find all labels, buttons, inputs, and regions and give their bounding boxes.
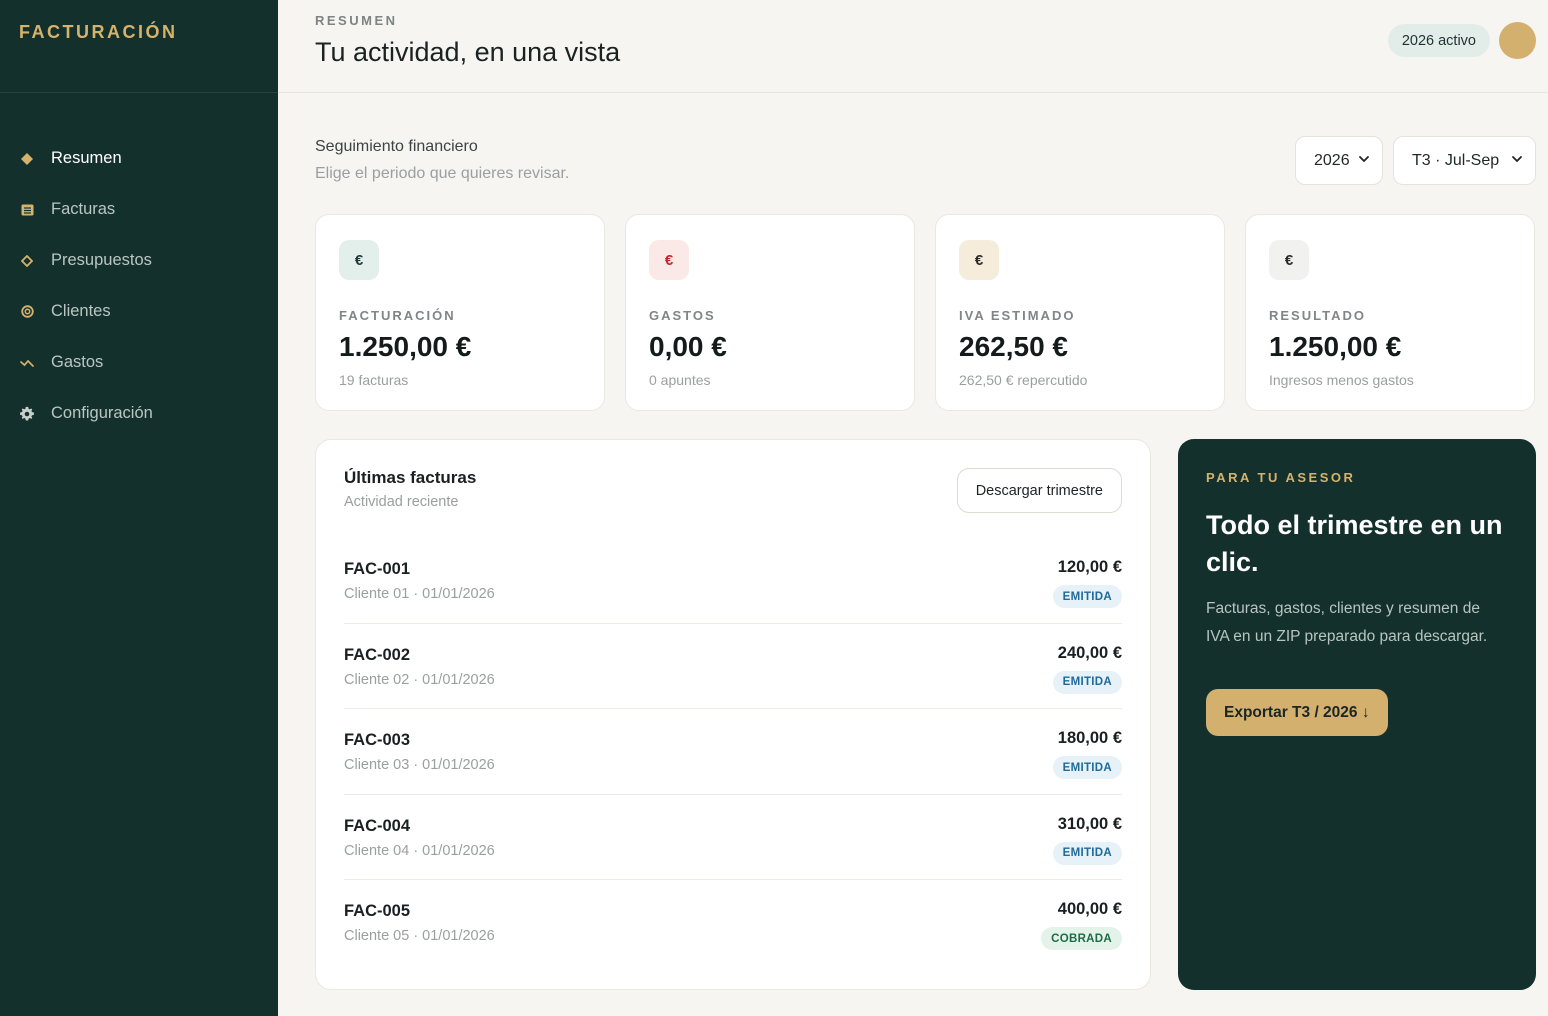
sidebar-item-facturas[interactable]: Facturas: [0, 184, 278, 235]
sidebar-nav: Resumen Facturas Presupuestos Clientes G…: [0, 93, 278, 439]
stat-card-facturacion: € FACTURACIÓN 1.250,00 € 19 facturas: [315, 214, 605, 411]
section-eyebrow: RESUMEN: [315, 13, 398, 28]
euro-icon: €: [1269, 240, 1309, 280]
stat-label: IVA ESTIMADO: [959, 308, 1076, 323]
period-subtitle: Elige el periodo que quieres revisar.: [315, 165, 570, 182]
sidebar-item-presupuestos[interactable]: Presupuestos: [0, 235, 278, 286]
panel-subtitle: Actividad reciente: [344, 494, 459, 510]
stat-value: 1.250,00 €: [339, 331, 472, 362]
invoice-meta: Cliente 02 · 01/01/2026: [344, 671, 495, 688]
status-badge: EMITIDA: [1052, 670, 1122, 694]
sidebar: FACTURACIÓN Resumen Facturas Presupuesto…: [0, 0, 278, 1016]
stat-label: RESULTADO: [1269, 308, 1366, 323]
invoice-row[interactable]: FAC-003 Cliente 03 · 01/01/2026 180,00 €…: [344, 709, 1122, 795]
advisor-eyebrow: PARA TU ASESOR: [1206, 470, 1356, 485]
sidebar-item-gastos[interactable]: Gastos: [0, 337, 278, 388]
invoice-row[interactable]: FAC-004 Cliente 04 · 01/01/2026 310,00 €…: [344, 795, 1122, 880]
year-select[interactable]: 2026: [1295, 136, 1383, 185]
chevron-down-icon: [1511, 152, 1523, 170]
chevron-down-icon: [1358, 152, 1370, 170]
stat-value: 262,50 €: [959, 331, 1068, 362]
invoice-row[interactable]: FAC-001 Cliente 01 · 01/01/2026 120,00 €…: [344, 538, 1122, 624]
panel-title: Últimas facturas: [344, 468, 477, 487]
invoice-meta: Cliente 03 · 01/01/2026: [344, 757, 495, 773]
download-quarter-button[interactable]: Descargar trimestre: [956, 468, 1122, 513]
sidebar-item-resumen[interactable]: Resumen: [0, 133, 278, 184]
avatar[interactable]: [1499, 22, 1536, 59]
invoice-meta: Cliente 05 · 01/01/2026: [344, 928, 495, 944]
quarter-select[interactable]: T3 · Jul-Sep: [1393, 136, 1536, 185]
invoice-number: FAC-001: [344, 560, 411, 578]
target-icon: [19, 304, 35, 320]
stat-card-gastos: € GASTOS 0,00 € 0 apuntes: [625, 214, 915, 411]
stat-label: GASTOS: [649, 308, 716, 323]
invoice-meta: Cliente 04 · 01/01/2026: [344, 842, 495, 859]
year-select-value: 2026: [1314, 151, 1350, 169]
sidebar-item-label: Configuración: [51, 404, 153, 422]
stat-subtext: 19 facturas: [339, 372, 409, 388]
invoice-number: FAC-004: [344, 816, 411, 835]
stat-value: 0,00 €: [649, 331, 727, 362]
top-header: RESUMEN Tu actividad, en una vista 2026 …: [278, 0, 1548, 93]
invoice-amount: 180,00 €: [1057, 729, 1122, 747]
invoice-amount: 120,00 €: [1057, 558, 1122, 576]
page-title: Tu actividad, en una vista: [315, 37, 621, 67]
euro-icon: €: [339, 240, 379, 280]
sidebar-item-configuracion[interactable]: Configuración: [0, 388, 278, 439]
stat-subtext: 0 apuntes: [649, 372, 711, 388]
advisor-export-panel: PARA TU ASESOR Todo el trimestre en un c…: [1178, 439, 1536, 990]
active-year-chip[interactable]: 2026 activo: [1387, 24, 1490, 57]
period-title: Seguimiento financiero: [315, 138, 478, 155]
stat-subtext: Ingresos menos gastos: [1269, 372, 1414, 388]
stat-card-iva: € IVA ESTIMADO 262,50 € 262,50 € repercu…: [935, 214, 1225, 411]
invoice-row[interactable]: FAC-005 Cliente 05 · 01/01/2026 400,00 €…: [344, 880, 1122, 966]
sidebar-item-label: Presupuestos: [51, 251, 152, 269]
sidebar-item-label: Clientes: [51, 302, 111, 320]
status-badge: COBRADA: [1041, 927, 1122, 950]
stat-label: FACTURACIÓN: [339, 308, 456, 323]
document-icon: [19, 202, 35, 218]
invoice-number: FAC-003: [344, 731, 411, 749]
latest-invoices-panel: Últimas facturas Actividad reciente Desc…: [315, 439, 1151, 990]
invoice-list: FAC-001 Cliente 01 · 01/01/2026 120,00 €…: [344, 538, 1122, 966]
stat-value: 1.250,00 €: [1269, 331, 1402, 362]
quarter-select-value: T3 · Jul-Sep: [1412, 151, 1500, 169]
invoice-number: FAC-005: [344, 902, 411, 920]
trend-icon: [19, 355, 35, 371]
advisor-description: Facturas, gastos, clientes y resumen de …: [1206, 600, 1488, 645]
gear-icon: [19, 406, 35, 422]
stat-subtext: 262,50 € repercutido: [959, 372, 1088, 388]
invoice-amount: 240,00 €: [1057, 643, 1122, 662]
status-badge: EMITIDA: [1052, 585, 1122, 608]
brand-logo: FACTURACIÓN: [0, 0, 278, 93]
status-badge: EMITIDA: [1052, 841, 1122, 865]
stat-card-resultado: € RESULTADO 1.250,00 € Ingresos menos ga…: [1245, 214, 1535, 411]
diamond-outline-icon: [19, 253, 35, 269]
invoice-amount: 400,00 €: [1057, 900, 1122, 918]
advisor-title: Todo el trimestre en un clic.: [1206, 510, 1503, 577]
invoice-number: FAC-002: [344, 645, 411, 664]
sidebar-item-label: Facturas: [51, 200, 116, 218]
diamond-filled-icon: [19, 151, 35, 167]
invoice-amount: 310,00 €: [1057, 814, 1122, 833]
invoice-row[interactable]: FAC-002 Cliente 02 · 01/01/2026 240,00 €…: [344, 624, 1122, 709]
sidebar-item-clientes[interactable]: Clientes: [0, 286, 278, 337]
invoice-meta: Cliente 01 · 01/01/2026: [344, 586, 495, 602]
export-quarter-button[interactable]: Exportar T3 / 2026 ↓: [1206, 689, 1388, 736]
sidebar-item-label: Gastos: [51, 353, 104, 371]
sidebar-item-label: Resumen: [51, 149, 122, 167]
euro-icon: €: [959, 240, 999, 280]
status-badge: EMITIDA: [1052, 756, 1122, 779]
euro-icon: €: [649, 240, 689, 280]
